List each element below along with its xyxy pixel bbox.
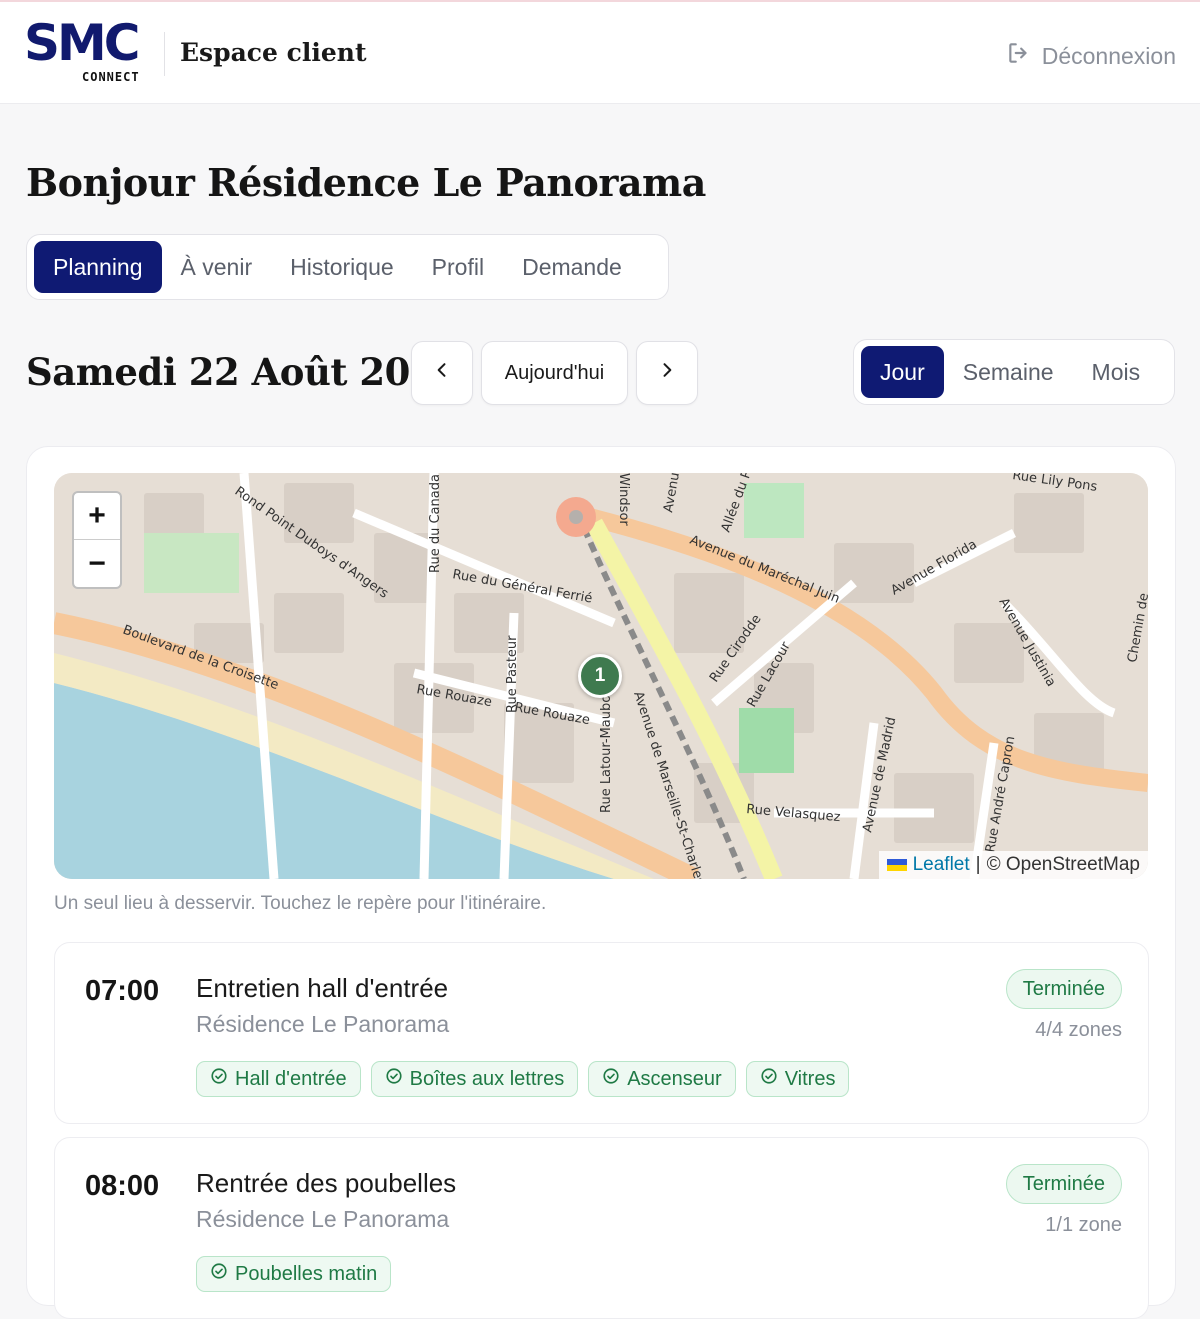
osm-attribution[interactable]: © OpenStreetMap	[987, 854, 1140, 876]
status-badge: Terminée	[1005, 969, 1122, 1009]
main-tabs: Planning À venir Historique Profil Deman…	[26, 234, 669, 300]
tab-demande[interactable]: Demande	[503, 241, 641, 293]
tab-profil[interactable]: Profil	[413, 241, 503, 293]
check-circle-icon	[760, 1067, 778, 1091]
zone-chip: Boîtes aux lettres	[370, 1061, 579, 1097]
tab-a-venir[interactable]: À venir	[162, 241, 272, 293]
check-circle-icon	[385, 1067, 403, 1091]
zone-chip: Poubelles matin	[196, 1256, 392, 1292]
logo-text: SMC	[24, 14, 140, 72]
logout-icon	[1006, 40, 1032, 72]
zone-chip-label: Boîtes aux lettres	[409, 1067, 565, 1090]
map-view[interactable]: Boulevard de la Croisette Avenue du Maré…	[54, 473, 1148, 879]
view-semaine[interactable]: Semaine	[944, 346, 1073, 398]
zone-chip-label: Ascenseur	[627, 1067, 722, 1090]
status-badge: Terminée	[1005, 1164, 1122, 1204]
map-attribution: Leaflet | © OpenStreetMap	[878, 851, 1148, 879]
current-date: Samedi 22 Août 2026	[26, 350, 461, 394]
task-card[interactable]: 07:00 Entretien hall d'entrée Résidence …	[54, 942, 1149, 1124]
page-title: Bonjour Résidence Le Panorama	[26, 160, 706, 205]
ukraine-flag-icon	[886, 859, 907, 871]
planning-card: Boulevard de la Croisette Avenue du Maré…	[26, 446, 1176, 1319]
zone-chips: Hall d'entrée Boîtes aux lettres Ascense…	[196, 1061, 850, 1097]
task-time: 08:00	[85, 1170, 160, 1202]
map-hint: Un seul lieu à desservir. Touchez le rep…	[54, 893, 547, 914]
check-circle-icon	[210, 1262, 228, 1286]
tab-historique[interactable]: Historique	[271, 241, 413, 293]
app-header: SMC CONNECT Espace client Déconnexion	[0, 2, 1200, 104]
zone-chips: Poubelles matin	[196, 1256, 392, 1292]
task-title: Rentrée des poubelles	[196, 1168, 457, 1198]
header-divider	[164, 32, 165, 76]
previous-day-button[interactable]	[411, 341, 473, 405]
logout-button[interactable]: Déconnexion	[1006, 40, 1176, 72]
attribution-separator: |	[975, 854, 981, 875]
view-mois[interactable]: Mois	[1073, 346, 1160, 398]
zoom-out-button[interactable]: −	[74, 540, 120, 587]
zoom-in-button[interactable]: +	[74, 493, 120, 540]
location-marker[interactable]: 1	[578, 654, 622, 698]
chevron-right-icon	[657, 360, 677, 386]
task-location: Résidence Le Panorama	[196, 1206, 450, 1232]
task-location: Résidence Le Panorama	[196, 1011, 450, 1037]
zone-chip: Hall d'entrée	[196, 1061, 361, 1097]
logout-label: Déconnexion	[1041, 42, 1176, 69]
view-jour[interactable]: Jour	[861, 346, 944, 398]
leaflet-link[interactable]: Leaflet	[913, 854, 970, 876]
zone-chip: Ascenseur	[588, 1061, 736, 1097]
check-circle-icon	[602, 1067, 620, 1091]
street-label: Rue Pasteur	[505, 635, 520, 713]
smc-connect-logo[interactable]: SMC CONNECT	[24, 18, 156, 86]
street-label: Rue du Canada	[428, 474, 443, 573]
zone-chip-label: Poubelles matin	[235, 1262, 378, 1285]
app-title: Espace client	[180, 38, 367, 67]
chevron-left-icon	[432, 360, 452, 386]
today-button[interactable]: Aujourd'hui	[481, 341, 628, 405]
logo-subtext: CONNECT	[82, 70, 140, 84]
zones-count: 4/4 zones	[1035, 1019, 1122, 1041]
view-switcher: Jour Semaine Mois	[853, 339, 1175, 405]
zone-chip-label: Vitres	[784, 1067, 836, 1090]
task-card[interactable]: 08:00 Rentrée des poubelles Résidence Le…	[54, 1137, 1149, 1319]
task-title: Entretien hall d'entrée	[196, 973, 449, 1003]
zone-chip-label: Hall d'entrée	[235, 1067, 347, 1090]
street-label: Windsor	[616, 473, 631, 526]
zone-chip: Vitres	[745, 1061, 850, 1097]
task-time: 07:00	[85, 975, 160, 1007]
next-day-button[interactable]	[636, 341, 698, 405]
zones-count: 1/1 zone	[1045, 1214, 1122, 1236]
check-circle-icon	[210, 1067, 228, 1091]
zoom-controls: + −	[72, 491, 122, 589]
tab-planning[interactable]: Planning	[34, 241, 162, 293]
